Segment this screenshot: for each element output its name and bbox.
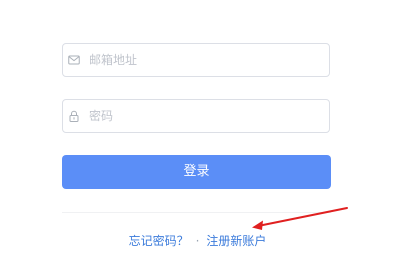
register-link[interactable]: 注册新账户 [206, 234, 266, 248]
footer-links: 忘记密码？ · 注册新账户 [0, 233, 395, 249]
link-separator: · [195, 234, 200, 248]
password-field-container[interactable] [62, 99, 330, 133]
password-input[interactable] [89, 100, 325, 132]
annotation-arrow-line [257, 207, 348, 227]
email-field-container[interactable] [62, 43, 330, 77]
email-input[interactable] [89, 44, 325, 76]
annotation-arrow [252, 207, 348, 230]
mail-icon [68, 55, 80, 65]
divider [62, 212, 331, 213]
forgot-password-link[interactable]: 忘记密码？ [129, 234, 189, 248]
login-button[interactable]: 登录 [62, 155, 331, 189]
login-form-page: 登录 忘记密码？ · 注册新账户 [0, 0, 415, 271]
annotation-arrow-head [252, 220, 263, 230]
lock-icon [69, 110, 79, 122]
